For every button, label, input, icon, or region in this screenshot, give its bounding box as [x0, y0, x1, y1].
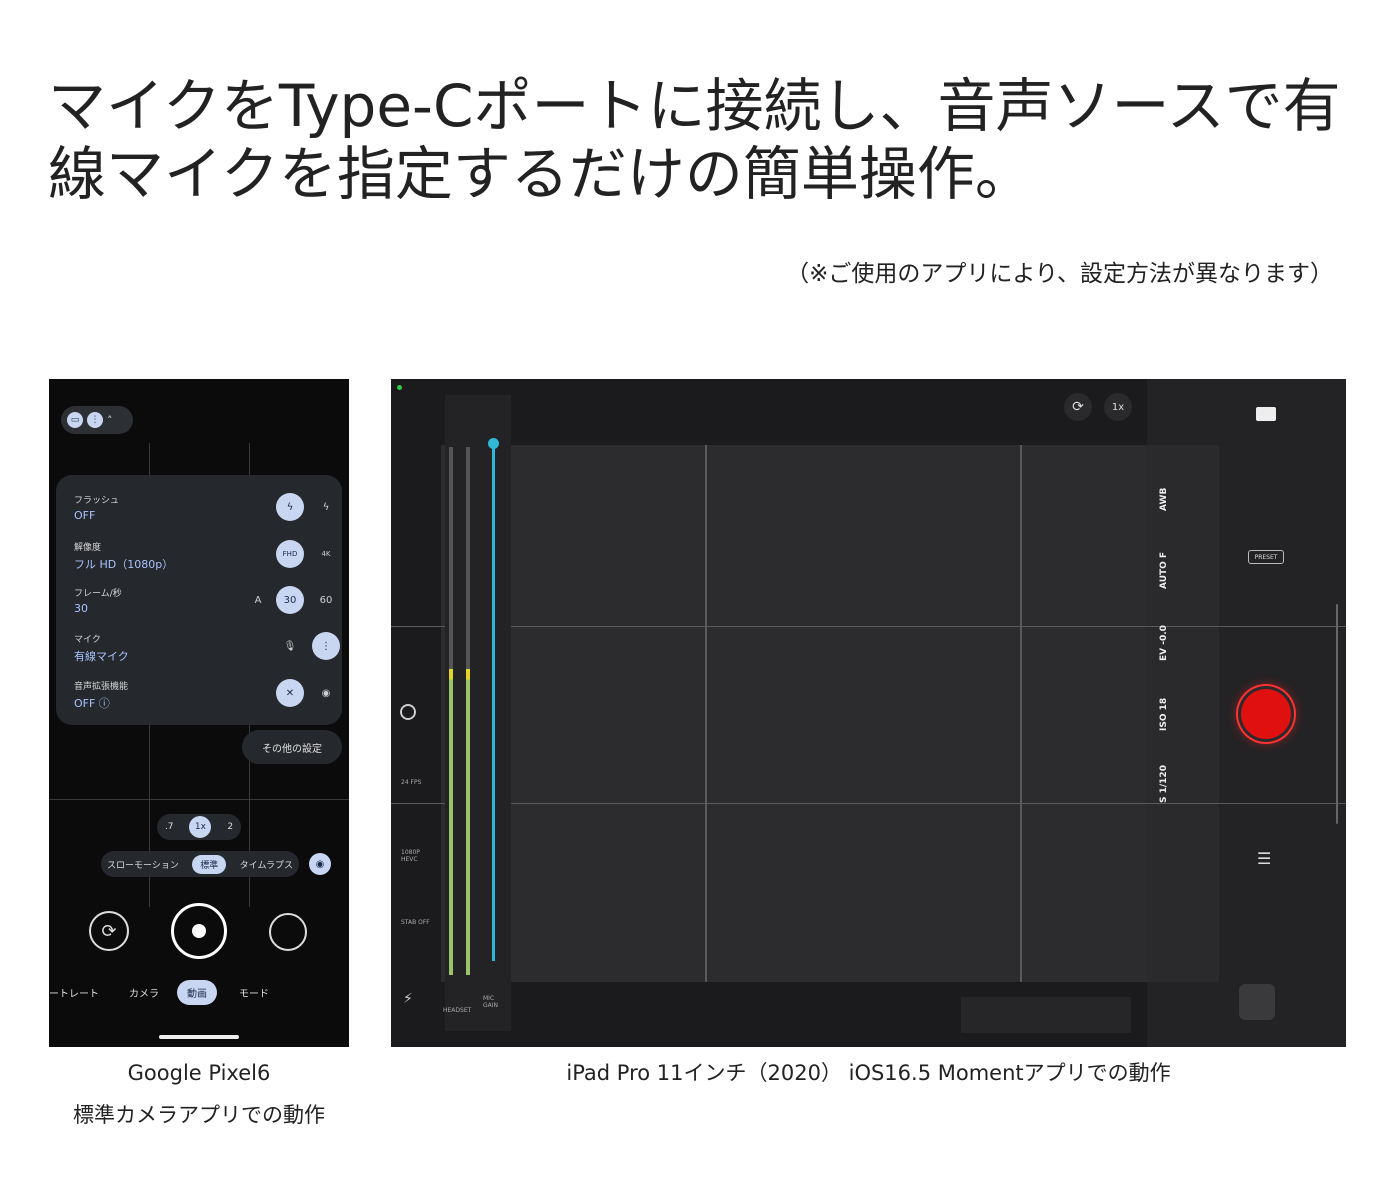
setting-label: 音声拡張機能: [74, 682, 129, 692]
audio-settings-icon[interactable]: ◉: [309, 853, 331, 875]
format-label[interactable]: 1080P HEVC: [401, 849, 431, 863]
status-dot: [397, 385, 402, 390]
setting-value: 有線マイク: [74, 650, 129, 663]
tab-camera[interactable]: カメラ: [129, 985, 159, 1000]
setting-value: OFF: [74, 509, 96, 522]
iso-label[interactable]: ISO 18: [1159, 698, 1169, 731]
focus-label[interactable]: AUTO F: [1159, 552, 1169, 589]
fps-30-button[interactable]: 30: [276, 586, 304, 614]
grid-line: [391, 803, 1346, 804]
audio-level-meter-left: [449, 447, 453, 975]
headline: マイクをType-Cポートに接続し、音声ソースで有線マイクを指定するだけの簡単操…: [48, 72, 1341, 208]
grid-line: [1020, 445, 1022, 982]
focus-circle-icon[interactable]: [400, 704, 416, 720]
setting-value: フル HD（1080p）: [74, 558, 174, 571]
setting-flash: フラッシュ OFF ϟ ϟ: [74, 493, 334, 539]
4k-button[interactable]: 4K: [312, 540, 340, 568]
fhd-button[interactable]: FHD: [276, 540, 304, 568]
settings-panel: フラッシュ OFF ϟ ϟ 解像度 フル HD（1080p） FHD 4K フレ…: [56, 475, 342, 725]
camera-mode-tabs: ートレート カメラ 動画 モード: [49, 979, 349, 1005]
setting-label: フラッシュ: [74, 496, 120, 506]
setting-label: フレーム/秒: [74, 589, 122, 599]
preset-button[interactable]: PRESET: [1248, 550, 1284, 564]
gallery-thumbnail[interactable]: [269, 913, 307, 951]
video-mode-selector: スローモーション 標準 タイムラプス: [101, 851, 299, 877]
grid-line: [705, 445, 707, 982]
ipad-caption: iPad Pro 11インチ（2020） iOS16.5 Momentアプリでの…: [566, 1061, 1171, 1085]
video-camera-icon[interactable]: [1256, 407, 1276, 421]
mic-gain-label: MIC GAIN: [483, 995, 499, 1009]
pixel-caption-line2: 標準カメラアプリでの動作: [73, 1103, 325, 1127]
chevron-up-icon: ˄: [107, 413, 113, 427]
setting-mic: マイク 有線マイク 🎙 ⋮: [74, 632, 340, 678]
setting-value: OFF ⓘ: [74, 697, 110, 710]
zoom-button[interactable]: 1x: [1104, 393, 1132, 421]
top-toolbar: [441, 379, 1147, 445]
status-box: [961, 997, 1131, 1033]
pixel-caption-line1: Google Pixel6: [127, 1061, 271, 1085]
setting-label: 解像度: [74, 543, 102, 553]
zoom-option[interactable]: 2: [227, 822, 233, 832]
fps-60-button[interactable]: 60: [312, 586, 340, 614]
audio-meter-panel: [445, 395, 511, 1031]
scrollbar[interactable]: [1336, 604, 1338, 824]
zoom-selector: .7 1x 2: [157, 814, 241, 840]
shutter-speed-label[interactable]: S 1/120: [1159, 765, 1169, 803]
speech-on-button[interactable]: ◉: [312, 679, 340, 707]
flash-off-button[interactable]: ϟ: [276, 493, 304, 521]
fps-auto-button[interactable]: A: [244, 586, 272, 614]
home-indicator: [159, 1035, 239, 1039]
wired-mic-icon: ⋮: [87, 412, 103, 428]
left-toolbar: [391, 379, 441, 1047]
audio-level-meter-right: [466, 447, 470, 975]
resolution-icon: ▭: [67, 412, 83, 428]
builtin-mic-button[interactable]: 🎙: [276, 632, 304, 660]
more-settings-button[interactable]: その他の設定: [242, 730, 342, 764]
tab-mode[interactable]: モード: [239, 985, 269, 1000]
ev-label[interactable]: EV -0.0: [1159, 625, 1169, 661]
tab-portrait[interactable]: ートレート: [49, 985, 99, 1000]
note: （※ご使用のアプリにより、設定方法が異なります）: [786, 261, 1333, 287]
record-button[interactable]: [171, 903, 227, 959]
rotate-icon[interactable]: ⟳: [1064, 393, 1092, 421]
pixel-caption: Google Pixel6 標準カメラアプリでの動作: [49, 1052, 349, 1136]
speech-off-button[interactable]: ✕: [276, 679, 304, 707]
mic-gain-slider-track: [492, 441, 495, 961]
mode-option-selected[interactable]: 標準: [192, 854, 227, 874]
headset-label: HEADSET: [443, 1007, 472, 1014]
zoom-option-selected[interactable]: 1x: [189, 816, 212, 838]
adjustments-icon[interactable]: ☰: [1257, 849, 1271, 868]
quick-settings-chip[interactable]: ▭ ⋮ ˄: [61, 406, 133, 434]
pixel6-screen: ▭ ⋮ ˄ フラッシュ OFF ϟ ϟ 解像度 フル HD（1080p） FHD…: [49, 379, 349, 1047]
setting-fps: フレーム/秒 30 A 30 60: [74, 586, 334, 632]
fps-label[interactable]: 24 FPS: [401, 779, 431, 786]
ipad-screen: ⟳ 1x AWB AUTO F EV -0.0 ISO 18 S 1/120 P…: [391, 379, 1346, 1047]
mode-option[interactable]: スローモーション: [107, 858, 179, 871]
setting-value: 30: [74, 602, 88, 615]
mic-gain-slider-handle[interactable]: [488, 438, 499, 449]
setting-resolution: 解像度 フル HD（1080p） FHD 4K: [74, 540, 334, 586]
flash-off-icon[interactable]: ⚡: [403, 991, 413, 1007]
awb-label[interactable]: AWB: [1159, 488, 1169, 511]
grid-line: [49, 799, 349, 800]
wired-mic-button[interactable]: ⋮: [312, 632, 340, 660]
setting-audio-enhance: 音声拡張機能 OFF ⓘ ✕ ◉: [74, 679, 334, 725]
switch-camera-button[interactable]: ⟳: [89, 911, 129, 951]
grid-line: [391, 626, 1346, 627]
setting-label: マイク: [74, 635, 101, 645]
record-button[interactable]: [1241, 689, 1291, 739]
gallery-thumbnail[interactable]: [1239, 984, 1275, 1020]
zoom-option[interactable]: .7: [165, 822, 174, 832]
pro-settings-strip: [1147, 445, 1219, 982]
tab-video[interactable]: 動画: [177, 979, 217, 1005]
flash-on-button[interactable]: ϟ: [312, 493, 340, 521]
stab-label[interactable]: STAB OFF: [401, 919, 431, 926]
mode-option[interactable]: タイムラプス: [240, 858, 293, 871]
